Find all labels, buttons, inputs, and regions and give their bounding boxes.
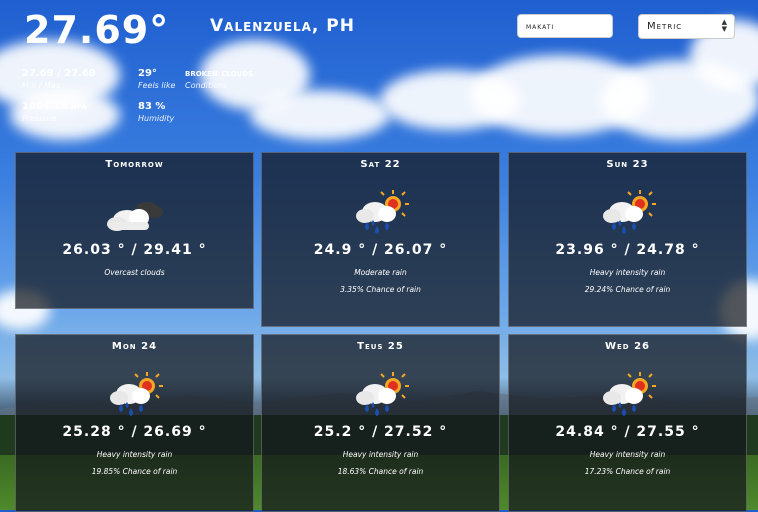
sun-rain-icon [103,370,167,420]
forecast-card-sun-23[interactable]: Sun 23 23.96 ° / 24.78 ° Heavy intensity… [508,152,747,327]
forecast-temps: 24.84 ° / 27.55 ° [555,424,700,440]
forecast-rain-chance: 17.23% Chance of rain [584,467,671,476]
forecast-day: Mon 24 [111,341,158,352]
sun-rain-icon [349,370,413,420]
forecast-card-wed-26[interactable]: Wed 26 24.84 ° / 27.55 ° Heavy intensity… [508,334,747,512]
forecast-rain-chance: 18.63% Chance of rain [337,467,424,476]
feels-like-stat: 29° Feels like [138,68,175,90]
conditions-label: Conditions [185,81,228,90]
humidity-label: Humidity [138,114,175,123]
forecast-description: Heavy intensity rain [96,450,173,459]
feels-like-value: 29° [138,68,157,79]
forecast-card-sat-22[interactable]: Sat 22 24.9 ° / 26.07 ° Moderate rain 3.… [261,152,500,327]
forecast-temps: 26.03 ° / 29.41 ° [62,242,207,258]
forecast-day: Sun 23 [606,159,649,170]
forecast-temps: 25.2 ° / 27.52 ° [313,424,448,440]
forecast-card-mon-24[interactable]: Mon 24 25.28 ° / 26.69 ° Heavy intensity… [15,334,254,512]
forecast-day: Wed 26 [604,341,651,352]
select-arrows-icon: ▲ ▼ [721,18,728,33]
units-select[interactable]: Metric ▲ ▼ [638,14,735,39]
forecast-description: Heavy intensity rain [342,450,419,459]
pressure-stat: 1004.16 hpa Pressure [22,101,87,123]
forecast-card-teus-25[interactable]: Teus 25 25.2 ° / 27.52 ° Heavy intensity… [261,334,500,512]
forecast-temps: 23.96 ° / 24.78 ° [555,242,700,258]
forecast-rain-chance: 19.85% Chance of rain [91,467,178,476]
min-max-value: 27.69 / 27.69 [22,68,96,79]
city-name: Valenzuela, PH [210,16,355,36]
current-temperature: 27.69° [24,8,170,52]
humidity-stat: 83 % Humidity [138,101,174,123]
feels-like-label: Feels like [138,81,176,90]
forecast-card-tomorrow[interactable]: Tomorrow 26.03 ° / 29.41 ° Overcast clou… [15,152,254,309]
sun-rain-icon [596,188,660,238]
min-max-stat: 27.69 / 27.69 Min / Max [22,68,96,90]
conditions-stat: broken clouds Conditions [185,68,253,90]
forecast-description: Overcast clouds [104,268,165,277]
conditions-value: broken clouds [185,68,254,79]
forecast-temps: 25.28 ° / 26.69 ° [62,424,207,440]
forecast-description: Heavy intensity rain [589,268,666,277]
forecast-rain-chance: 3.35% Chance of rain [340,285,421,294]
sun-rain-icon [596,370,660,420]
city-search-input[interactable]: makati [517,14,613,38]
forecast-day: Sat 22 [360,159,401,170]
current-weather-header: 27.69° Valenzuela, PH 27.69 / 27.69 Min … [0,0,758,150]
pressure-value: 1004.16 hpa [22,101,87,112]
overcast-clouds-icon [103,188,167,238]
sun-rain-icon [349,188,413,238]
forecast-description: Heavy intensity rain [589,450,666,459]
humidity-value: 83 % [138,101,166,112]
forecast-day: Tomorrow [105,159,164,170]
pressure-label: Pressure [22,114,57,123]
forecast-day: Teus 25 [357,341,404,352]
forecast-temps: 24.9 ° / 26.07 ° [313,242,448,258]
forecast-description: Moderate rain [354,268,407,277]
units-selected-value: Metric [647,21,683,32]
forecast-rain-chance: 29.24% Chance of rain [584,285,671,294]
min-max-label: Min / Max [22,81,61,90]
